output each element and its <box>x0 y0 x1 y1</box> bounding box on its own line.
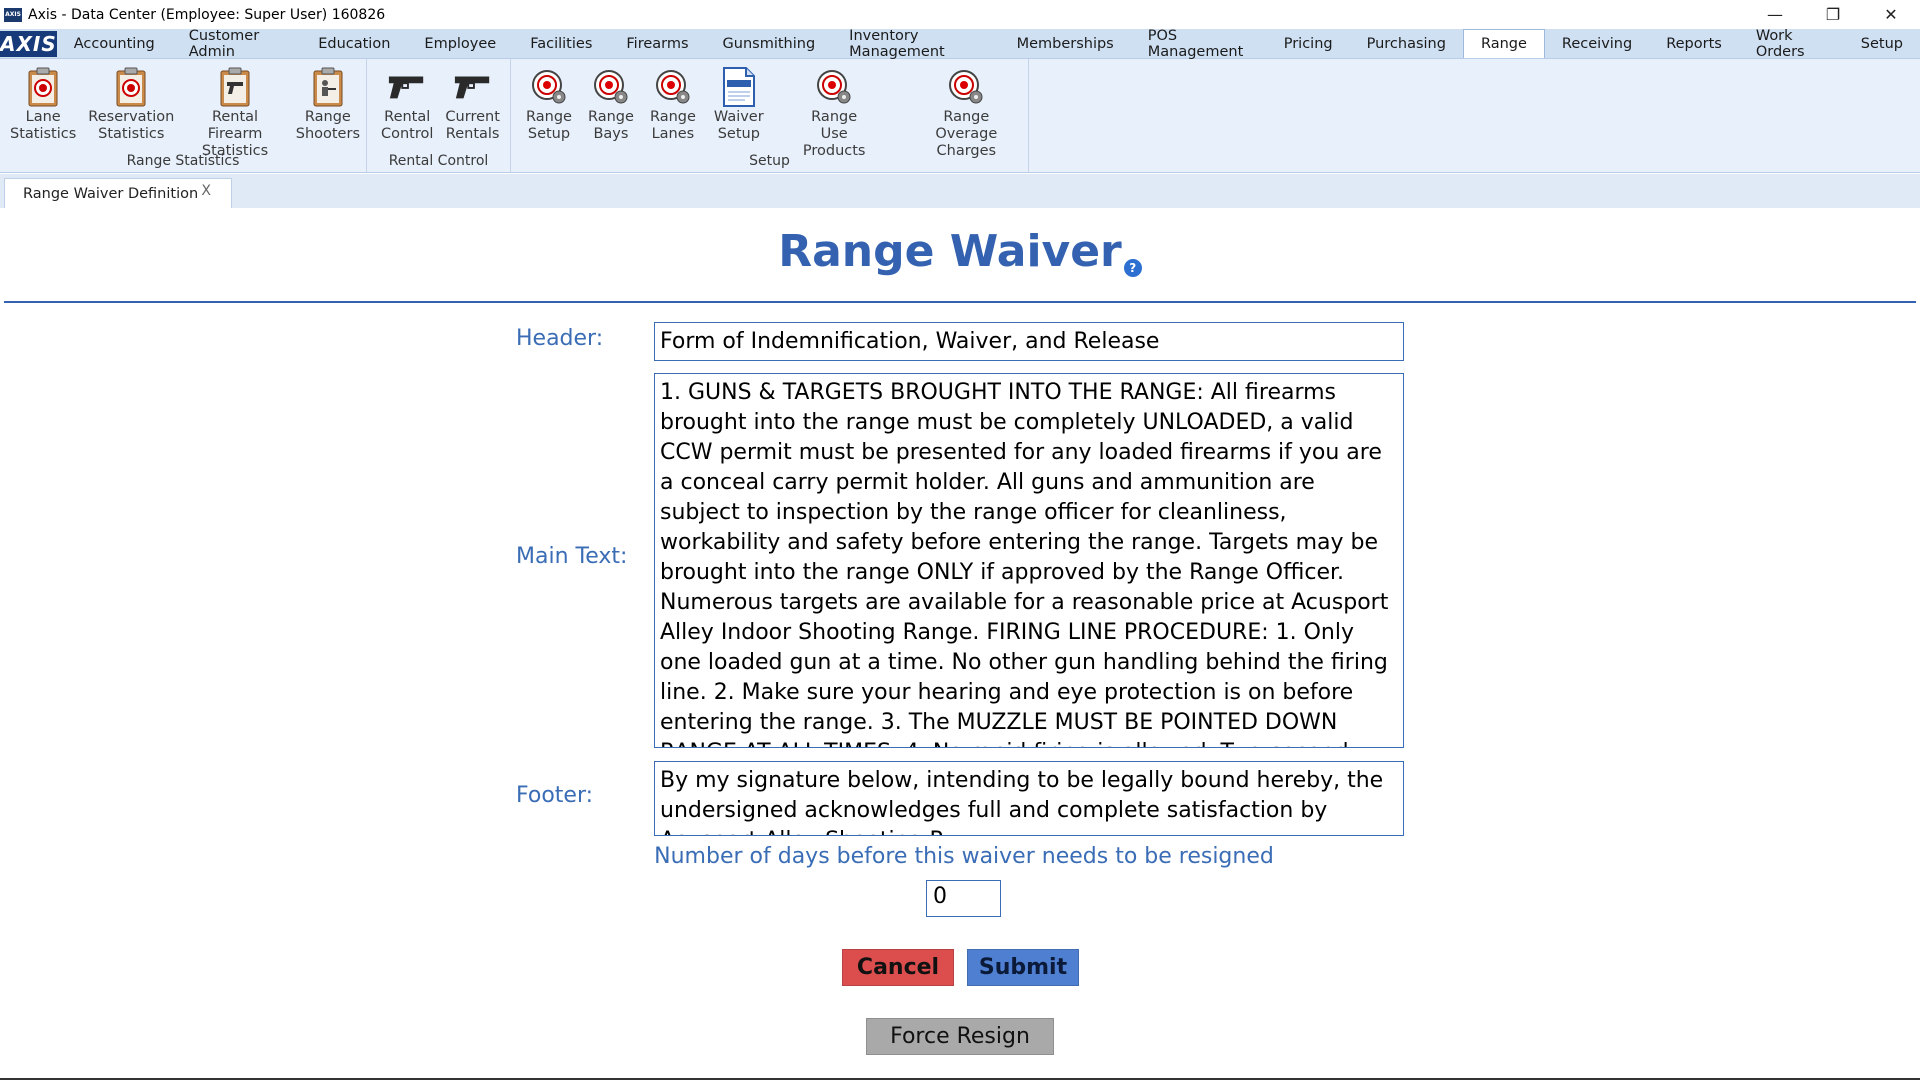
range-setup-button[interactable]: Range Setup <box>520 65 578 160</box>
window-controls: — ❐ ✕ <box>1746 0 1920 29</box>
menu-receiving[interactable]: Receiving <box>1545 29 1649 58</box>
page-title-text: Range Waiver <box>778 226 1122 277</box>
rental-control-button[interactable]: Rental Control <box>375 65 439 143</box>
minimize-button[interactable]: — <box>1746 0 1804 29</box>
pistol-icon <box>387 65 427 109</box>
footer-field[interactable]: By my signature below, intending to be l… <box>654 761 1404 836</box>
title-bar: AXIS Axis - Data Center (Employee: Super… <box>0 0 1920 29</box>
close-tab-button[interactable]: X <box>201 183 211 199</box>
app-icon: AXIS <box>4 7 22 22</box>
target-gear-icon <box>653 65 693 109</box>
current-rentals-label: Current Rentals <box>445 109 500 142</box>
close-window-button[interactable]: ✕ <box>1862 0 1920 29</box>
footer-label: Footer: <box>516 783 594 808</box>
header-label: Header: <box>516 326 604 351</box>
pistol-icon <box>453 65 493 109</box>
menu-employee[interactable]: Employee <box>407 29 513 58</box>
cancel-button[interactable]: Cancel <box>842 949 954 986</box>
range-lanes-label: Range Lanes <box>649 109 696 142</box>
shooter-clipboard-icon <box>308 65 348 109</box>
main-text-field[interactable]: 1. GUNS & TARGETS BROUGHT INTO THE RANGE… <box>654 373 1404 748</box>
reservation-statistics-button[interactable]: Reservation Statistics <box>82 65 180 160</box>
menu-reports[interactable]: Reports <box>1649 29 1739 58</box>
ribbon-group-label: Setup <box>749 153 790 169</box>
help-icon[interactable]: ? <box>1123 259 1142 277</box>
target-clipboard-icon <box>111 65 151 109</box>
target-clipboard-icon <box>23 65 63 109</box>
range-bays-label: Range Bays <box>587 109 634 142</box>
menu-memberships[interactable]: Memberships <box>1000 29 1131 58</box>
ribbon-group-label: Range Statistics <box>126 153 240 169</box>
rental-control-label: Rental Control <box>381 109 434 142</box>
menu-education[interactable]: Education <box>301 29 407 58</box>
target-gear-icon <box>946 65 986 109</box>
document-tab-strip: Range Waiver Definition X <box>0 174 1920 208</box>
target-gear-icon <box>814 65 854 109</box>
target-gear-icon <box>529 65 569 109</box>
menu-inventory-management[interactable]: Inventory Management <box>832 28 999 60</box>
ribbon-group-label: Rental Control <box>388 153 489 169</box>
reservation-statistics-label: Reservation Statistics <box>88 109 175 142</box>
ribbon: Lane Statistics Reservation Statistics R… <box>0 59 1920 173</box>
range-lanes-button[interactable]: Range Lanes <box>644 65 702 160</box>
target-gear-icon <box>591 65 631 109</box>
menu-setup[interactable]: Setup <box>1844 29 1920 58</box>
tab-label: Range Waiver Definition <box>23 185 199 202</box>
range-setup-label: Range Setup <box>526 109 572 142</box>
ribbon-group-rental-control: Rental Control Current Rentals Rental Co… <box>367 59 511 173</box>
lane-statistics-label: Lane Statistics <box>10 109 77 142</box>
maximize-button[interactable]: ❐ <box>1804 0 1862 29</box>
rental-firearm-statistics-button[interactable]: Rental Firearm Statistics <box>180 65 289 160</box>
menu-facilities[interactable]: Facilities <box>513 29 609 58</box>
menu-gunsmithing[interactable]: Gunsmithing <box>706 29 833 58</box>
current-rentals-button[interactable]: Current Rentals <box>439 65 505 143</box>
lane-statistics-button[interactable]: Lane Statistics <box>4 65 82 160</box>
menu-accounting[interactable]: Accounting <box>57 29 172 58</box>
main-text-label: Main Text: <box>516 544 628 569</box>
menu-purchasing[interactable]: Purchasing <box>1350 29 1463 58</box>
submit-button[interactable]: Submit <box>967 949 1079 986</box>
force-resign-button[interactable]: Force Resign <box>866 1018 1054 1055</box>
header-field[interactable]: Form of Indemnification, Waiver, and Rel… <box>654 322 1404 361</box>
waiver-setup-label: Waiver Setup <box>713 109 764 142</box>
window-title: Axis - Data Center (Employee: Super User… <box>28 6 386 23</box>
range-shooters-button[interactable]: Range Shooters <box>290 65 366 160</box>
ribbon-group-range-statistics: Lane Statistics Reservation Statistics R… <box>0 59 367 173</box>
range-shooters-label: Range Shooters <box>295 109 360 142</box>
tab-range-waiver-definition[interactable]: Range Waiver Definition X <box>4 178 232 208</box>
menu-bar: AXIS Accounting Customer Admin Education… <box>0 28 1920 60</box>
menu-pos-management[interactable]: POS Management <box>1131 28 1267 60</box>
waiver-setup-button[interactable]: Waiver Setup <box>708 65 770 160</box>
range-overage-charges-button[interactable]: Range Overage Charges <box>905 65 1028 160</box>
gun-clipboard-icon <box>215 65 255 109</box>
range-bays-button[interactable]: Range Bays <box>582 65 640 160</box>
menu-range[interactable]: Range <box>1462 29 1545 58</box>
resign-days-label: Number of days before this waiver needs … <box>654 844 1274 869</box>
ribbon-group-setup: Range Setup Range Bays Range Lanes Waive… <box>511 59 1029 173</box>
menu-customer-admin[interactable]: Customer Admin <box>172 28 301 60</box>
menu-pricing[interactable]: Pricing <box>1267 29 1350 58</box>
menu-firearms[interactable]: Firearms <box>609 29 705 58</box>
resign-days-input[interactable]: 0 <box>926 880 1001 917</box>
axis-logo: AXIS <box>0 31 57 57</box>
title-divider <box>4 301 1916 303</box>
range-use-products-button[interactable]: Range Use Products <box>790 65 879 160</box>
menu-work-orders[interactable]: Work Orders <box>1739 28 1844 60</box>
page-title: Range Waiver? <box>0 226 1920 277</box>
waiver-document-icon <box>719 65 759 109</box>
